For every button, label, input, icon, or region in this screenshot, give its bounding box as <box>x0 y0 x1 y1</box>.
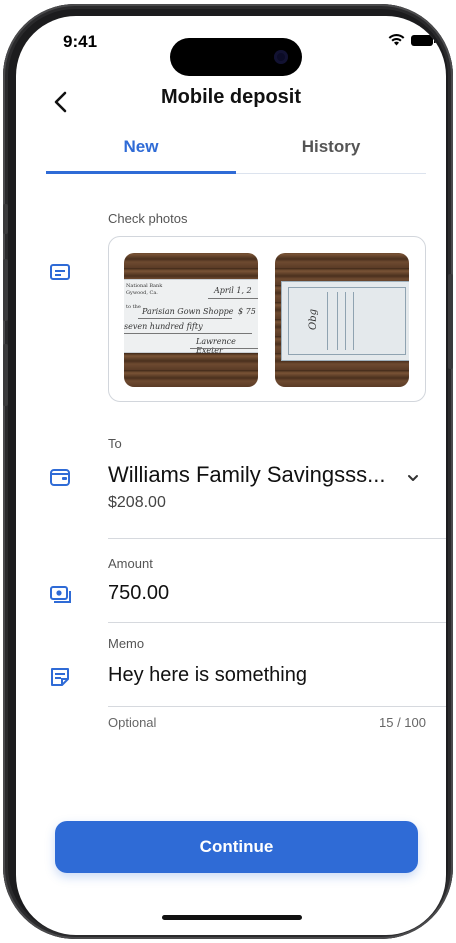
check-payee-prefix: to the <box>126 304 141 310</box>
to-divider <box>108 538 446 539</box>
silent-switch <box>3 204 8 234</box>
tab-new[interactable]: New <box>46 137 236 157</box>
home-indicator <box>162 915 302 920</box>
continue-button[interactable]: Continue <box>55 821 418 873</box>
phone-frame: 9:41 Mobile deposit New History Check ph… <box>3 4 453 939</box>
check-back-rule <box>353 292 354 350</box>
amount-divider <box>108 622 446 623</box>
memo-input[interactable]: Hey here is something <box>108 664 307 687</box>
page-title: Mobile deposit <box>161 86 301 108</box>
memo-label: Memo <box>108 636 145 651</box>
chevron-down-icon[interactable] <box>406 471 420 485</box>
power-button <box>448 274 453 369</box>
check-line <box>124 333 252 334</box>
check-photos-label: Check photos <box>108 211 188 226</box>
to-label: To <box>108 436 122 451</box>
check-front-photo[interactable]: National Bank Gywood, Ca. April 1, 2 to … <box>124 253 258 387</box>
amount-input[interactable]: 750.00 <box>108 582 169 605</box>
check-line <box>138 318 232 319</box>
check-bank-name: National Bank <box>126 283 163 289</box>
check-back-endorsement: Obg <box>308 308 320 331</box>
check-date: April 1, 2 <box>214 286 252 295</box>
check-bank-location: Gywood, Ca. <box>126 290 158 296</box>
check-amount: $ 75 <box>238 307 256 316</box>
dynamic-island <box>170 38 302 76</box>
check-back-image: Obg <box>281 281 409 361</box>
to-account-select[interactable]: Williams Family Savingsss... <box>108 462 385 488</box>
check-line <box>208 298 258 299</box>
volume-up-button <box>3 259 8 321</box>
memo-helper-text: Optional <box>108 715 157 730</box>
to-account-balance: $208.00 <box>108 494 166 511</box>
camera-icon <box>274 50 288 64</box>
check-back-rule <box>327 292 328 350</box>
cash-icon <box>50 586 71 603</box>
tab-history[interactable]: History <box>236 137 426 157</box>
amount-label: Amount <box>108 556 153 571</box>
tab-active-indicator <box>46 171 236 174</box>
check-back-rule <box>345 292 346 350</box>
volume-down-button <box>3 344 8 406</box>
check-signature: Lawrence Exeter <box>196 337 236 355</box>
wifi-icon <box>388 34 405 46</box>
check-payee: Parisian Gown Shoppe <box>142 307 234 316</box>
check-amount-words: seven hundred fifty <box>124 322 203 331</box>
wallet-icon <box>50 469 70 486</box>
check-line <box>190 348 258 349</box>
note-icon <box>51 668 69 686</box>
status-icons <box>388 34 436 46</box>
check-photos-box: National Bank Gywood, Ca. April 1, 2 to … <box>108 236 426 402</box>
check-card-icon <box>50 264 70 280</box>
battery-icon <box>411 34 436 46</box>
memo-divider <box>108 706 446 707</box>
check-back-endorsement-area: Obg <box>288 287 406 355</box>
check-back-rule <box>337 292 338 350</box>
check-front-image: National Bank Gywood, Ca. April 1, 2 to … <box>124 279 258 355</box>
check-back-photo[interactable]: Obg <box>275 253 409 387</box>
memo-character-counter: 15 / 100 <box>379 715 426 730</box>
status-time: 9:41 <box>63 32 98 51</box>
screen: 9:41 Mobile deposit New History Check ph… <box>16 16 446 935</box>
